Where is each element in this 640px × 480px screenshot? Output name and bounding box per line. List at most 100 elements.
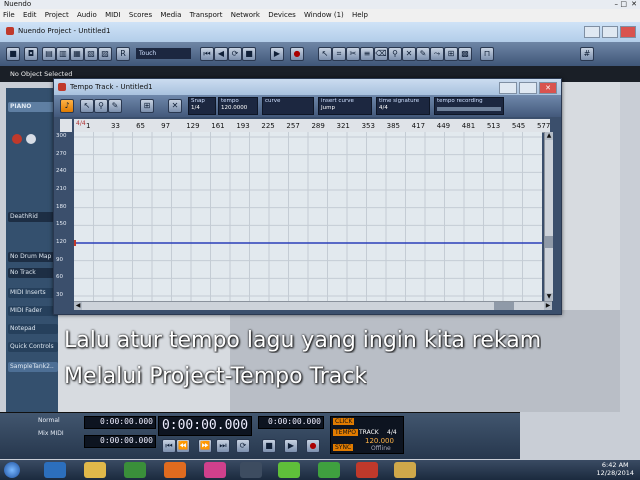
- zoom-tool-icon[interactable]: ⚲: [388, 47, 402, 61]
- curve-field[interactable]: curve: [262, 97, 314, 115]
- menu-project[interactable]: Project: [42, 9, 72, 22]
- inspector-section-midi-inserts[interactable]: MIDI Inserts: [8, 288, 58, 298]
- sync-label[interactable]: SYNC: [333, 444, 354, 451]
- show-overview-button[interactable]: ▦: [70, 47, 84, 61]
- firefox-taskbar-icon[interactable]: [164, 462, 186, 478]
- secondary-time-display[interactable]: 0:00:00.000: [258, 416, 324, 429]
- monitor-icon[interactable]: [26, 134, 36, 144]
- scroll-up-icon[interactable]: ▲: [545, 132, 553, 140]
- left-locator-display[interactable]: 0:00:00.000: [84, 416, 156, 429]
- right-locator-display[interactable]: 0:00:00.000: [84, 435, 156, 448]
- utorrent-taskbar-icon[interactable]: [278, 462, 300, 478]
- menu-scores[interactable]: Scores: [126, 9, 155, 22]
- menu-transport[interactable]: Transport: [187, 9, 226, 22]
- record-enable-icon[interactable]: [12, 134, 22, 144]
- cycle-icon[interactable]: ⟳: [228, 47, 242, 61]
- ie-taskbar-icon[interactable]: [44, 462, 66, 478]
- nuendo-taskbar-icon[interactable]: [356, 462, 378, 478]
- taskbar-clock[interactable]: 6:42 AM 12/28/2014: [597, 461, 634, 477]
- tempo-recording-field[interactable]: tempo recording: [434, 97, 504, 115]
- menu-network[interactable]: Network: [228, 9, 263, 22]
- range-tool-icon[interactable]: ⌗: [332, 47, 346, 61]
- time-warp-tool-icon[interactable]: ⤳: [430, 47, 444, 61]
- transport-quantize[interactable]: Mix MIDI: [38, 430, 64, 437]
- record-icon[interactable]: ●: [290, 47, 304, 61]
- horizontal-scroll-thumb[interactable]: [494, 302, 514, 310]
- transport-stop-icon[interactable]: ■: [262, 439, 276, 453]
- grid-icon[interactable]: #: [580, 47, 594, 61]
- transport-start-icon[interactable]: ⏮: [162, 439, 176, 453]
- maximize-icon[interactable]: □: [620, 0, 627, 8]
- glue-tool-icon[interactable]: ≡: [360, 47, 374, 61]
- horizontal-scrollbar[interactable]: ◀ ▶: [74, 301, 552, 310]
- vertical-scroll-thumb[interactable]: [545, 236, 553, 248]
- menu-file[interactable]: File: [0, 9, 18, 22]
- drum-map-select[interactable]: No Drum Map: [8, 252, 58, 262]
- scroll-right-icon[interactable]: ▶: [544, 302, 552, 310]
- show-pool-button[interactable]: ▧: [84, 47, 98, 61]
- show-infoline-button[interactable]: ▥: [56, 47, 70, 61]
- erase-tool-icon[interactable]: ⌫: [374, 47, 388, 61]
- app-taskbar-icon[interactable]: [204, 462, 226, 478]
- tempo-label-transport[interactable]: TEMPO: [333, 429, 358, 436]
- inspector-section-midi-fader[interactable]: MIDI Fader: [8, 306, 58, 316]
- minimize-icon[interactable]: –: [615, 0, 619, 8]
- transport-end-icon[interactable]: ⏭: [216, 439, 230, 453]
- constrain-delay-button[interactable]: ◘: [24, 47, 38, 61]
- tempo-plot[interactable]: [74, 132, 542, 301]
- close-icon[interactable]: ✕: [631, 0, 637, 8]
- scroll-left-icon[interactable]: ◀: [74, 302, 82, 310]
- time-signature-field[interactable]: time signature 4/4: [376, 97, 430, 115]
- tempo-draw-tool-icon[interactable]: ✎: [108, 99, 122, 113]
- show-inspector-button[interactable]: ▤: [42, 47, 56, 61]
- menu-window[interactable]: Window (1): [301, 9, 347, 22]
- insert-curve-field[interactable]: insert curve Jump: [318, 97, 372, 115]
- media-taskbar-icon[interactable]: [124, 462, 146, 478]
- project-minimize-icon[interactable]: [584, 26, 600, 38]
- mute-tool-icon[interactable]: ✕: [402, 47, 416, 61]
- click-label[interactable]: CLICK: [333, 418, 355, 425]
- live-taskbar-icon[interactable]: [240, 462, 262, 478]
- comp-tool-icon[interactable]: ⊞: [444, 47, 458, 61]
- snap-field[interactable]: Snap 1/4: [188, 97, 216, 115]
- menu-devices[interactable]: Devices: [265, 9, 299, 22]
- transport-record-icon[interactable]: ●: [306, 439, 320, 453]
- rewind-icon[interactable]: ◀: [214, 47, 228, 61]
- transport-play-icon[interactable]: ▶: [284, 439, 298, 453]
- go-to-start-icon[interactable]: ⏮: [200, 47, 214, 61]
- tempo-point[interactable]: [74, 240, 76, 246]
- menu-audio[interactable]: Audio: [74, 9, 100, 22]
- tempo-field[interactable]: tempo 120.0000: [218, 97, 258, 115]
- project-close-icon[interactable]: [620, 26, 636, 38]
- tempo-window-minimize-icon[interactable]: [499, 82, 517, 94]
- color-tool-icon[interactable]: ▩: [458, 47, 472, 61]
- transport-cycle-icon[interactable]: ⟳: [236, 439, 250, 453]
- menu-media[interactable]: Media: [157, 9, 184, 22]
- tempo-window-maximize-icon[interactable]: [519, 82, 537, 94]
- tempo-snap-icon[interactable]: ⊞: [140, 99, 154, 113]
- project-maximize-icon[interactable]: [602, 26, 618, 38]
- object-select-tool-icon[interactable]: ↖: [318, 47, 332, 61]
- vertical-scrollbar[interactable]: ▲ ▼: [544, 132, 553, 301]
- tempo-zoom-tool-icon[interactable]: ⚲: [94, 99, 108, 113]
- play-icon[interactable]: ▶: [270, 47, 284, 61]
- split-tool-icon[interactable]: ✂: [346, 47, 360, 61]
- snap-icon[interactable]: ⊓: [480, 47, 494, 61]
- inspector-track-name[interactable]: PIANO: [8, 102, 58, 112]
- scroll-down-icon[interactable]: ▼: [545, 293, 553, 301]
- tempo-window-close-icon[interactable]: ✕: [539, 82, 557, 94]
- tempo-select-tool-icon[interactable]: ↖: [80, 99, 94, 113]
- tempo-ruler[interactable]: 4/4 1 33 65 97 129 161 193 225 257 289 321 353 385 41…: [74, 119, 550, 133]
- track-select[interactable]: No Track: [8, 268, 58, 278]
- menu-midi[interactable]: MIDI: [102, 9, 124, 22]
- transport-forward-icon[interactable]: ⏩: [198, 439, 212, 453]
- automation-mode-select[interactable]: Touch: [136, 48, 191, 59]
- inspector-section-quick-controls[interactable]: Quick Controls: [8, 342, 58, 352]
- chat-taskbar-icon[interactable]: [318, 462, 340, 478]
- start-button-icon[interactable]: [4, 462, 20, 478]
- tempo-cross-icon[interactable]: ✕: [168, 99, 182, 113]
- menu-help[interactable]: Help: [349, 9, 371, 22]
- transport-rewind-icon[interactable]: ⏪: [176, 439, 190, 453]
- tempo-mode-button[interactable]: ♪: [60, 99, 74, 113]
- transport-mode[interactable]: Normal: [38, 417, 60, 424]
